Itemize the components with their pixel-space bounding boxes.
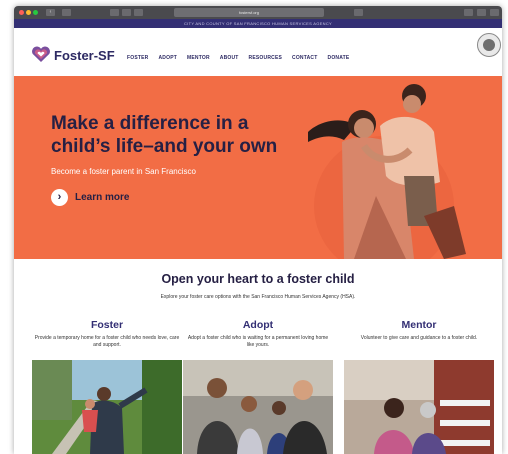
section-title: Open your heart to a foster child	[161, 272, 355, 286]
nav-link-mentor[interactable]: MENTOR	[187, 55, 210, 61]
adopt-column: Adopt Adopt a foster child who is waitin…	[183, 319, 333, 349]
adopt-heading[interactable]: Adopt	[183, 319, 333, 331]
site-header: Foster-SF FOSTER ADOPT MENTOR ABOUT RESO…	[14, 28, 502, 76]
site-logo-text[interactable]: Foster-SF	[54, 48, 115, 63]
chevron-right-icon: ›	[51, 189, 68, 206]
foster-column: Foster Provide a temporary home for a fo…	[32, 319, 182, 349]
main-nav: FOSTER ADOPT MENTOR ABOUT RESOURCES CONT…	[127, 55, 349, 61]
reload-icon[interactable]	[354, 9, 363, 16]
tab-overview-icon[interactable]	[134, 9, 143, 16]
nav-link-foster[interactable]: FOSTER	[127, 55, 148, 61]
shield-icon[interactable]	[110, 9, 119, 16]
adopt-photo[interactable]	[183, 360, 333, 454]
mentor-description: Volunteer to give care and guidance to a…	[360, 335, 478, 341]
hero-photo	[308, 84, 466, 259]
mentor-column: Mentor Volunteer to give care and guidan…	[344, 319, 494, 342]
foster-description: Provide a temporary home for a foster ch…	[34, 335, 180, 348]
learn-more-button[interactable]: › Learn more	[51, 189, 129, 206]
nav-link-donate[interactable]: DONATE	[328, 55, 350, 61]
back-icon[interactable]: ‹	[46, 9, 55, 16]
foster-photo[interactable]	[32, 360, 182, 454]
browser-window: ‹ fostersf.org CITY AND COUNTY OF SAN FR…	[14, 6, 502, 454]
section-subtitle: Explore your foster care options with th…	[160, 294, 356, 300]
address-bar[interactable]: fostersf.org	[174, 8, 324, 17]
hero-subhead: Become a foster parent in San Francisco	[51, 167, 196, 176]
adopt-description: Adopt a foster child who is waiting for …	[187, 335, 329, 348]
agency-bar: CITY AND COUNTY OF SAN FRANCISCO HUMAN S…	[14, 19, 502, 28]
hero-headline: Make a difference in a child’s life–and …	[51, 113, 278, 157]
share-icon[interactable]	[464, 9, 473, 16]
tabs-icon[interactable]	[490, 9, 499, 16]
extensions-icon[interactable]	[122, 9, 131, 16]
browser-toolbar: ‹ fostersf.org	[14, 6, 502, 19]
heart-logo-icon[interactable]	[31, 46, 51, 63]
sidebar-icon[interactable]	[62, 9, 71, 16]
new-tab-icon[interactable]	[477, 9, 486, 16]
nav-link-contact[interactable]: CONTACT	[292, 55, 317, 61]
close-window-icon[interactable]	[19, 10, 24, 15]
minimize-window-icon[interactable]	[26, 10, 31, 15]
maximize-window-icon[interactable]	[33, 10, 38, 15]
nav-link-about[interactable]: ABOUT	[220, 55, 239, 61]
learn-more-label: Learn more	[75, 192, 130, 203]
nav-link-adopt[interactable]: ADOPT	[158, 55, 177, 61]
mentor-heading[interactable]: Mentor	[344, 319, 494, 331]
mentor-photo[interactable]	[344, 360, 494, 454]
city-seal-icon[interactable]	[477, 33, 501, 57]
nav-link-resources[interactable]: RESOURCES	[249, 55, 282, 61]
foster-heading[interactable]: Foster	[32, 319, 182, 331]
hero-banner: Make a difference in a child’s life–and …	[14, 76, 502, 259]
